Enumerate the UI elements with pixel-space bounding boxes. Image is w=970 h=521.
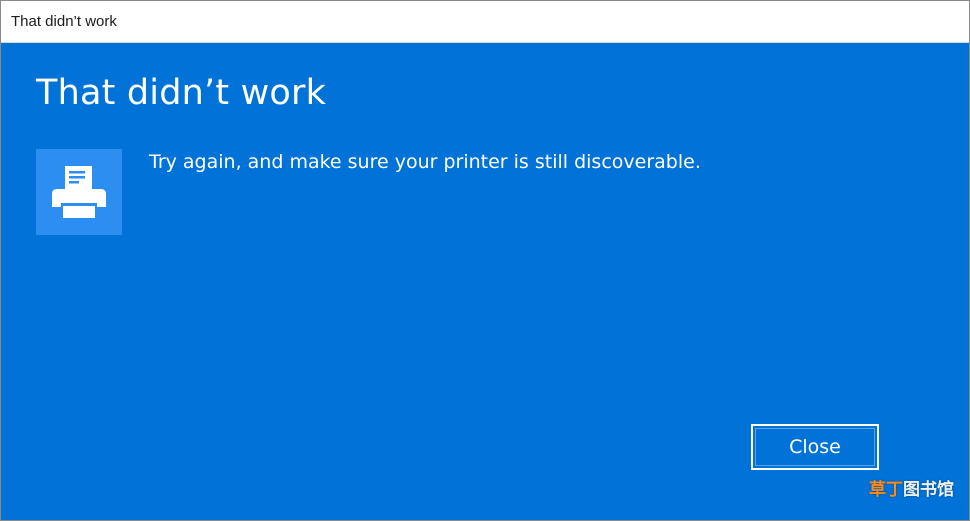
title-bar[interactable]: That didn’t work [1, 1, 969, 43]
printer-icon-tile [36, 149, 122, 235]
dialog-content: That didn’t work Try again, and make sur… [1, 43, 969, 520]
watermark-text: 图书馆 [903, 480, 954, 500]
watermark-logo: 草丁图书馆 [869, 475, 954, 500]
close-button[interactable]: Close [751, 424, 879, 470]
dialog-window: That didn’t work That didn’t work Try ag… [0, 0, 970, 521]
dialog-heading: That didn’t work [36, 73, 327, 113]
window-title: That didn’t work [11, 13, 117, 30]
dialog-message: Try again, and make sure your printer is… [149, 151, 701, 173]
watermark-accent: 草丁 [869, 480, 903, 500]
printer-icon [52, 166, 106, 218]
